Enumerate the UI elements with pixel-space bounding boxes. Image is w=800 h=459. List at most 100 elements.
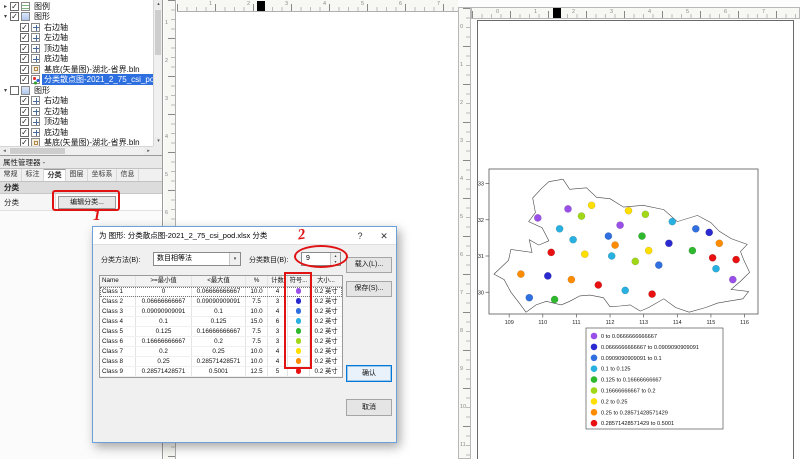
column-header[interactable]: % bbox=[246, 276, 268, 286]
tree-item[interactable]: ✓右边轴 bbox=[0, 22, 153, 33]
class-cell: 0.2 英寸 bbox=[310, 307, 342, 316]
visibility-checkbox[interactable]: ✓ bbox=[10, 2, 19, 11]
graph-icon bbox=[21, 12, 30, 21]
class-row[interactable]: Class 90.285714285710.500112.550.2 英寸 bbox=[100, 367, 342, 377]
tree-vertical-scrollbar[interactable]: ▴ ▾ bbox=[153, 0, 162, 146]
tree-item[interactable]: ✓基底(矢量图)-湖北-省界.bln bbox=[0, 64, 153, 75]
column-header[interactable]: <最大值 bbox=[192, 276, 246, 286]
tree-item[interactable]: ✓底边轴 bbox=[0, 127, 153, 138]
tree-horizontal-scrollbar[interactable]: ◂ ▸ bbox=[0, 146, 153, 155]
visibility-checkbox[interactable]: ✓ bbox=[20, 65, 29, 74]
ok-button[interactable]: 确认 bbox=[346, 365, 392, 382]
tree-item[interactable]: ✓左边轴 bbox=[0, 106, 153, 117]
tree-item[interactable]: ✓右边轴 bbox=[0, 96, 153, 107]
class-cell: 0.09090909091 bbox=[136, 307, 192, 316]
pm-tabs: 常规标注分类图层坐标系信息 bbox=[0, 169, 162, 182]
visibility-checkbox[interactable]: ✓ bbox=[20, 75, 29, 84]
class-row[interactable]: Class 40.10.12515.060.2 英寸 bbox=[100, 317, 342, 327]
x-tick-label: 112 bbox=[606, 320, 615, 326]
ruler-number: 3 bbox=[285, 1, 288, 7]
y-tick-label: 31 bbox=[478, 254, 484, 260]
class-row[interactable]: Class 80.250.2857142857110.040.2 英寸 bbox=[100, 357, 342, 367]
tab-标注[interactable]: 标注 bbox=[22, 169, 44, 181]
tree-item[interactable]: ✓ 分类散点图-2021_2_75_csi_pod.xlsx bbox=[0, 75, 153, 86]
tree-item[interactable]: ▸✓图例 bbox=[0, 1, 153, 12]
scroll-down-icon[interactable]: ▾ bbox=[154, 137, 163, 146]
dialog-titlebar[interactable]: 为 图形: 分类散点图-2021_2_75_csi_pod.xlsx 分类 ? … bbox=[93, 227, 396, 245]
visibility-checkbox[interactable]: ✓ bbox=[20, 117, 29, 126]
tree-item[interactable]: ▾图形 bbox=[0, 85, 153, 96]
chevron-down-icon[interactable]: ▾ bbox=[229, 253, 240, 265]
expand-arrow-icon[interactable]: ▾ bbox=[1, 87, 10, 94]
y-tick-label: 32 bbox=[478, 218, 484, 224]
symbol-cell bbox=[288, 367, 310, 376]
visibility-checkbox[interactable]: ✓ bbox=[20, 128, 29, 137]
tab-信息[interactable]: 信息 bbox=[117, 169, 139, 181]
edit-classes-button[interactable]: 编辑分类... bbox=[58, 196, 116, 209]
spinner-buttons[interactable]: ▴▾ bbox=[330, 253, 340, 265]
tree-item-label: 分类散点图-2021_2_75_csi_pod.xlsx bbox=[42, 74, 153, 85]
column-header[interactable]: Name bbox=[100, 276, 136, 286]
visibility-checkbox[interactable]: ✓ bbox=[20, 23, 29, 32]
scroll-right-icon[interactable]: ▸ bbox=[144, 147, 153, 156]
tree-item[interactable]: ✓底边轴 bbox=[0, 54, 153, 65]
visibility-checkbox[interactable]: ✓ bbox=[20, 96, 29, 105]
visibility-checkbox[interactable]: ✓ bbox=[20, 33, 29, 42]
close-icon[interactable]: ✕ bbox=[372, 227, 396, 244]
class-row[interactable]: Class 60.166666666670.27.530.2 英寸 bbox=[100, 337, 342, 347]
scrollbar-thumb[interactable] bbox=[10, 148, 65, 154]
scatter-point bbox=[692, 225, 699, 232]
column-header[interactable]: 符号... bbox=[288, 276, 310, 286]
class-row[interactable]: Class 50.1250.166666666677.530.2 英寸 bbox=[100, 327, 342, 337]
class-cell: 4 bbox=[268, 307, 288, 316]
column-header[interactable]: >=最小值 bbox=[136, 276, 192, 286]
help-icon[interactable]: ? bbox=[348, 227, 372, 244]
class-cell: 0.1 bbox=[136, 317, 192, 326]
load-button[interactable]: 载入(L)... bbox=[346, 257, 392, 273]
scroll-up-icon[interactable]: ▴ bbox=[154, 0, 163, 9]
class-cell: Class 3 bbox=[100, 307, 136, 316]
class-row[interactable]: Class 70.20.2510.040.2 英寸 bbox=[100, 347, 342, 357]
visibility-checkbox[interactable]: ✓ bbox=[20, 107, 29, 116]
method-dropdown[interactable]: 数目相等法 ▾ bbox=[153, 252, 241, 266]
tree-item[interactable]: ✓顶边轴 bbox=[0, 117, 153, 128]
tab-图层[interactable]: 图层 bbox=[66, 169, 88, 181]
column-header[interactable]: 计数 bbox=[268, 276, 288, 286]
class-color-dot bbox=[296, 368, 302, 374]
scrollbar-thumb[interactable] bbox=[155, 10, 161, 55]
visibility-checkbox[interactable]: ✓ bbox=[10, 12, 19, 21]
class-table-body: Class 100.0666666666710.040.2 英寸Class 20… bbox=[100, 287, 342, 377]
axis-icon bbox=[31, 54, 40, 63]
ruler-number: 1 bbox=[534, 9, 537, 15]
class-row[interactable]: Class 20.066666666670.090909090917.530.2… bbox=[100, 297, 342, 307]
visibility-checkbox[interactable]: ✓ bbox=[20, 54, 29, 63]
class-cell: 0.2 英寸 bbox=[310, 297, 342, 306]
tree-item[interactable]: ✓左边轴 bbox=[0, 33, 153, 44]
class-cell: 6 bbox=[268, 317, 288, 326]
spin-down-icon[interactable]: ▾ bbox=[331, 259, 340, 265]
method-label: 分类方法(B): bbox=[101, 255, 140, 265]
cancel-button[interactable]: 取消 bbox=[346, 399, 392, 416]
scatter-point bbox=[595, 281, 602, 288]
expand-arrow-icon[interactable]: ▸ bbox=[1, 3, 10, 10]
tab-分类[interactable]: 分类 bbox=[44, 169, 66, 181]
column-header[interactable]: 大小... bbox=[310, 276, 342, 286]
tree-item[interactable]: ✓基底(矢量图)-湖北-省界.bln bbox=[0, 138, 153, 147]
tab-常规[interactable]: 常规 bbox=[0, 169, 22, 181]
document-page[interactable]: 109110111112113114115116303132330 to 0.0… bbox=[477, 20, 794, 459]
tree-item[interactable]: ✓顶边轴 bbox=[0, 43, 153, 54]
tree-item[interactable]: ▾✓图形 bbox=[0, 12, 153, 23]
expand-arrow-icon[interactable]: ▾ bbox=[1, 13, 10, 20]
class-row[interactable]: Class 100.0666666666710.040.2 英寸 bbox=[100, 287, 342, 297]
class-row[interactable]: Class 30.090909090910.110.040.2 英寸 bbox=[100, 307, 342, 317]
visibility-checkbox[interactable]: ✓ bbox=[20, 44, 29, 53]
class-cell: 0.2 英寸 bbox=[310, 367, 342, 376]
scatter-point bbox=[709, 254, 716, 261]
tab-坐标系[interactable]: 坐标系 bbox=[88, 169, 117, 181]
visibility-checkbox[interactable]: ✓ bbox=[20, 138, 29, 146]
page-view: 012345678 01234567891011 109110111112113… bbox=[458, 0, 800, 459]
scroll-left-icon[interactable]: ◂ bbox=[0, 147, 9, 156]
class-count-spinner[interactable]: 9 ▴▾ bbox=[301, 252, 341, 266]
save-button[interactable]: 保存(S)... bbox=[346, 281, 392, 297]
visibility-checkbox[interactable] bbox=[10, 86, 19, 95]
